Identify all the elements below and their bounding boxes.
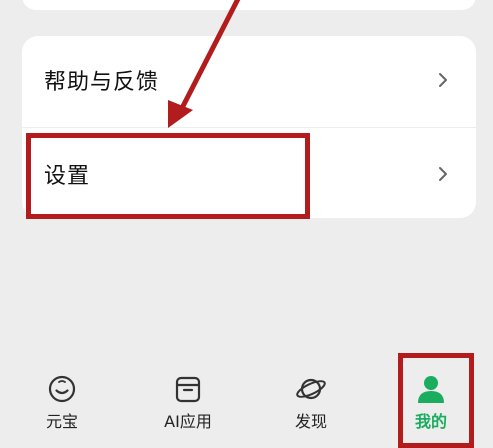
tab-discover-label: 发现 <box>294 412 327 431</box>
yuanbao-chat-icon <box>48 375 76 403</box>
tab-ai-apps[interactable]: AI应用 <box>138 355 238 446</box>
chevron-right-icon <box>439 167 447 181</box>
tab-ai-apps-label: AI应用 <box>164 412 212 431</box>
tab-mine-label: 我的 <box>414 412 447 431</box>
settings-card: 帮助与反馈 设置 <box>22 36 476 218</box>
settings-label: 设置 <box>44 164 91 189</box>
bottom-tab-bar: 元宝 AI应用 发现 我的 <box>0 355 493 446</box>
planet-discover-icon <box>296 378 326 400</box>
tab-mine[interactable]: 我的 <box>381 355 481 446</box>
person-profile-icon <box>418 376 444 403</box>
settings-row[interactable]: 设置 <box>22 128 476 218</box>
tab-yuanbao[interactable]: 元宝 <box>12 355 112 446</box>
chevron-right-icon <box>439 73 447 87</box>
tab-discover[interactable]: 发现 <box>261 355 361 446</box>
previous-section-card <box>22 0 476 10</box>
help-feedback-label: 帮助与反馈 <box>44 70 160 95</box>
tab-yuanbao-label: 元宝 <box>45 412 78 431</box>
ai-apps-box-icon <box>175 376 201 403</box>
help-feedback-row[interactable]: 帮助与反馈 <box>22 36 476 126</box>
